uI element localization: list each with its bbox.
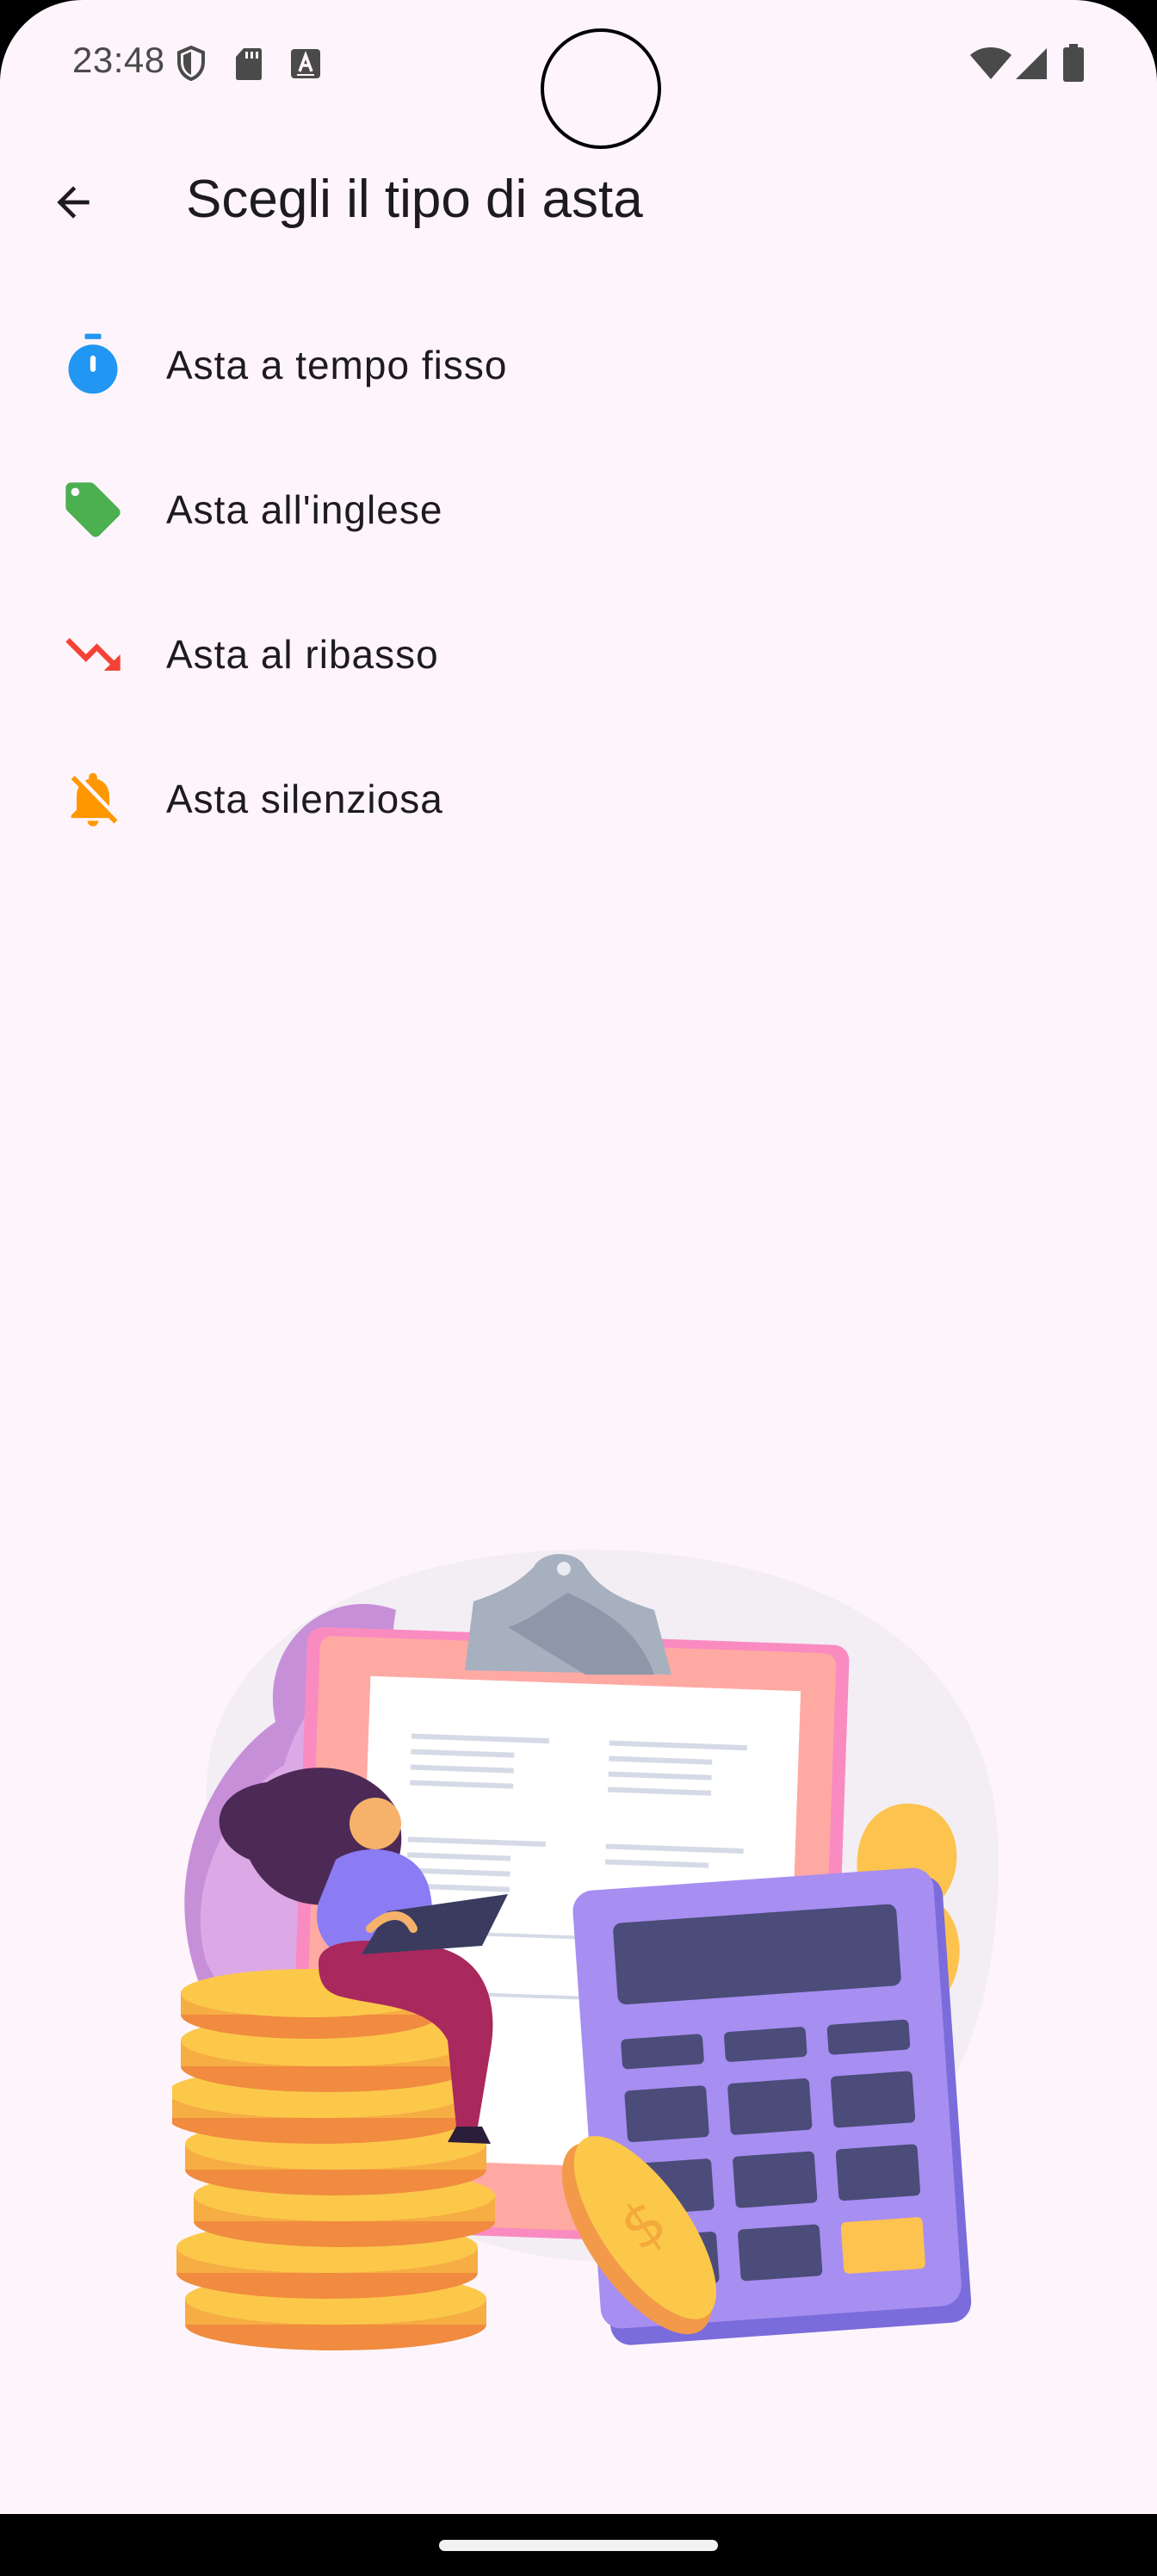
signal-icon — [1016, 48, 1047, 79]
stopwatch-icon — [68, 333, 118, 394]
arrow-back-icon — [57, 186, 90, 219]
tag-icon — [65, 482, 121, 537]
status-bar: 23:48 — [0, 0, 1157, 149]
camera-cutout — [541, 28, 661, 149]
list-item-asta-a-tempo-fisso[interactable]: Asta a tempo fisso — [0, 293, 1157, 437]
wifi-icon — [970, 47, 1012, 79]
list-item-asta-all-inglese[interactable]: Asta all'inglese — [0, 437, 1157, 582]
keyboard-a-icon — [291, 49, 320, 78]
home-indicator[interactable] — [439, 2540, 718, 2551]
shield-icon — [177, 45, 205, 81]
sd-card-icon — [236, 48, 262, 80]
list-item-asta-silenziosa[interactable]: Asta silenziosa — [0, 727, 1157, 871]
back-button[interactable] — [34, 164, 112, 241]
list-item-label: Asta silenziosa — [166, 777, 443, 821]
notifications-off-icon — [71, 772, 118, 827]
finance-illustration: $ — [172, 1550, 999, 2350]
list-item-label: Asta al ribasso — [166, 632, 439, 677]
list-item-asta-al-ribasso[interactable]: Asta al ribasso — [0, 582, 1157, 727]
trending-down-icon — [65, 638, 121, 671]
list-item-label: Asta a tempo fisso — [166, 343, 508, 387]
screen: 23:48 Scegli il tipo di asta Asta a temp… — [0, 0, 1157, 2576]
status-time: 23:48 — [72, 40, 165, 80]
list-item-label: Asta all'inglese — [166, 487, 443, 532]
page-title: Scegli il tipo di asta — [186, 170, 643, 229]
auction-type-list: Asta a tempo fisso Asta all'inglese Asta… — [0, 293, 1157, 871]
battery-icon — [1063, 44, 1084, 82]
app-bar: Scegli il tipo di asta — [0, 146, 1157, 258]
